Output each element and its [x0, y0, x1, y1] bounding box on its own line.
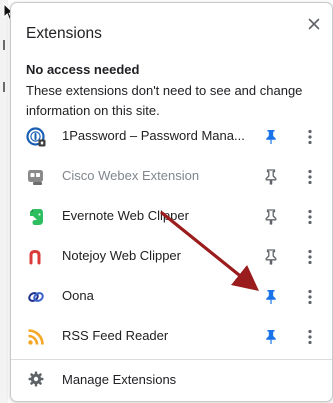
extension-row-evernote[interactable]: Evernote Web Clipper	[11, 197, 332, 237]
more-vert-icon	[308, 169, 312, 185]
pin-button[interactable]	[261, 167, 281, 187]
extension-row-cisco-webex[interactable]: Cisco Webex Extension	[11, 157, 332, 197]
pin-button[interactable]	[261, 327, 281, 347]
evernote-icon	[30, 209, 43, 225]
pin-icon-pinned	[266, 290, 276, 304]
more-vert-icon	[308, 249, 312, 265]
pin-button[interactable]	[261, 127, 281, 147]
more-options-button[interactable]	[302, 207, 318, 227]
manage-extensions-button[interactable]: Manage Extensions	[11, 361, 332, 397]
more-vert-icon	[308, 129, 312, 145]
popup-title: Extensions	[26, 25, 102, 42]
cisco-webex-icon	[28, 170, 43, 185]
extension-name: Oona	[62, 288, 94, 303]
1password-icon	[26, 127, 46, 147]
browser-edge-strip	[0, 0, 8, 403]
rss-icon	[28, 329, 44, 345]
more-options-button[interactable]	[302, 287, 318, 307]
more-vert-icon	[308, 329, 312, 345]
more-options-button[interactable]	[302, 127, 318, 147]
pin-button[interactable]	[261, 247, 281, 267]
extensions-popup: Extensions No access needed These extens…	[10, 2, 333, 402]
extension-name: 1Password – Password Mana...	[62, 128, 245, 143]
extension-row-oona[interactable]: Oona	[11, 277, 332, 317]
close-icon	[308, 18, 320, 30]
pin-button[interactable]	[261, 287, 281, 307]
more-vert-icon	[308, 209, 312, 225]
edge-mark	[3, 40, 5, 50]
section-heading: No access needed	[26, 62, 140, 77]
notejoy-icon	[29, 249, 41, 265]
more-options-button[interactable]	[302, 327, 318, 347]
more-vert-icon	[308, 289, 312, 305]
extension-row-rss-feed-reader[interactable]: RSS Feed Reader	[11, 317, 332, 357]
extension-name: RSS Feed Reader	[62, 328, 169, 343]
pin-icon-pinned	[266, 330, 276, 344]
more-options-button[interactable]	[302, 247, 318, 267]
extension-name: Evernote Web Clipper	[62, 208, 189, 223]
extension-name: Notejoy Web Clipper	[62, 248, 181, 263]
screen: Extensions No access needed These extens…	[0, 0, 333, 403]
gear-icon	[28, 371, 44, 387]
manage-extensions-label: Manage Extensions	[62, 372, 177, 387]
pin-icon-unpinned	[265, 249, 277, 265]
extension-row-1password[interactable]: 1Password – Password Mana...	[11, 117, 332, 157]
edge-mark	[3, 82, 5, 92]
pin-icon-pinned	[266, 130, 276, 144]
extension-row-notejoy[interactable]: Notejoy Web Clipper	[11, 237, 332, 277]
extension-name: Cisco Webex Extension	[62, 168, 200, 183]
pin-icon-unpinned	[265, 169, 277, 185]
section-description: These extensions don't need to see and c…	[26, 83, 303, 118]
pin-button[interactable]	[261, 207, 281, 227]
pin-icon-unpinned	[265, 209, 277, 225]
close-button[interactable]	[303, 13, 325, 35]
more-options-button[interactable]	[302, 167, 318, 187]
divider	[11, 359, 332, 360]
oona-icon	[28, 292, 44, 302]
